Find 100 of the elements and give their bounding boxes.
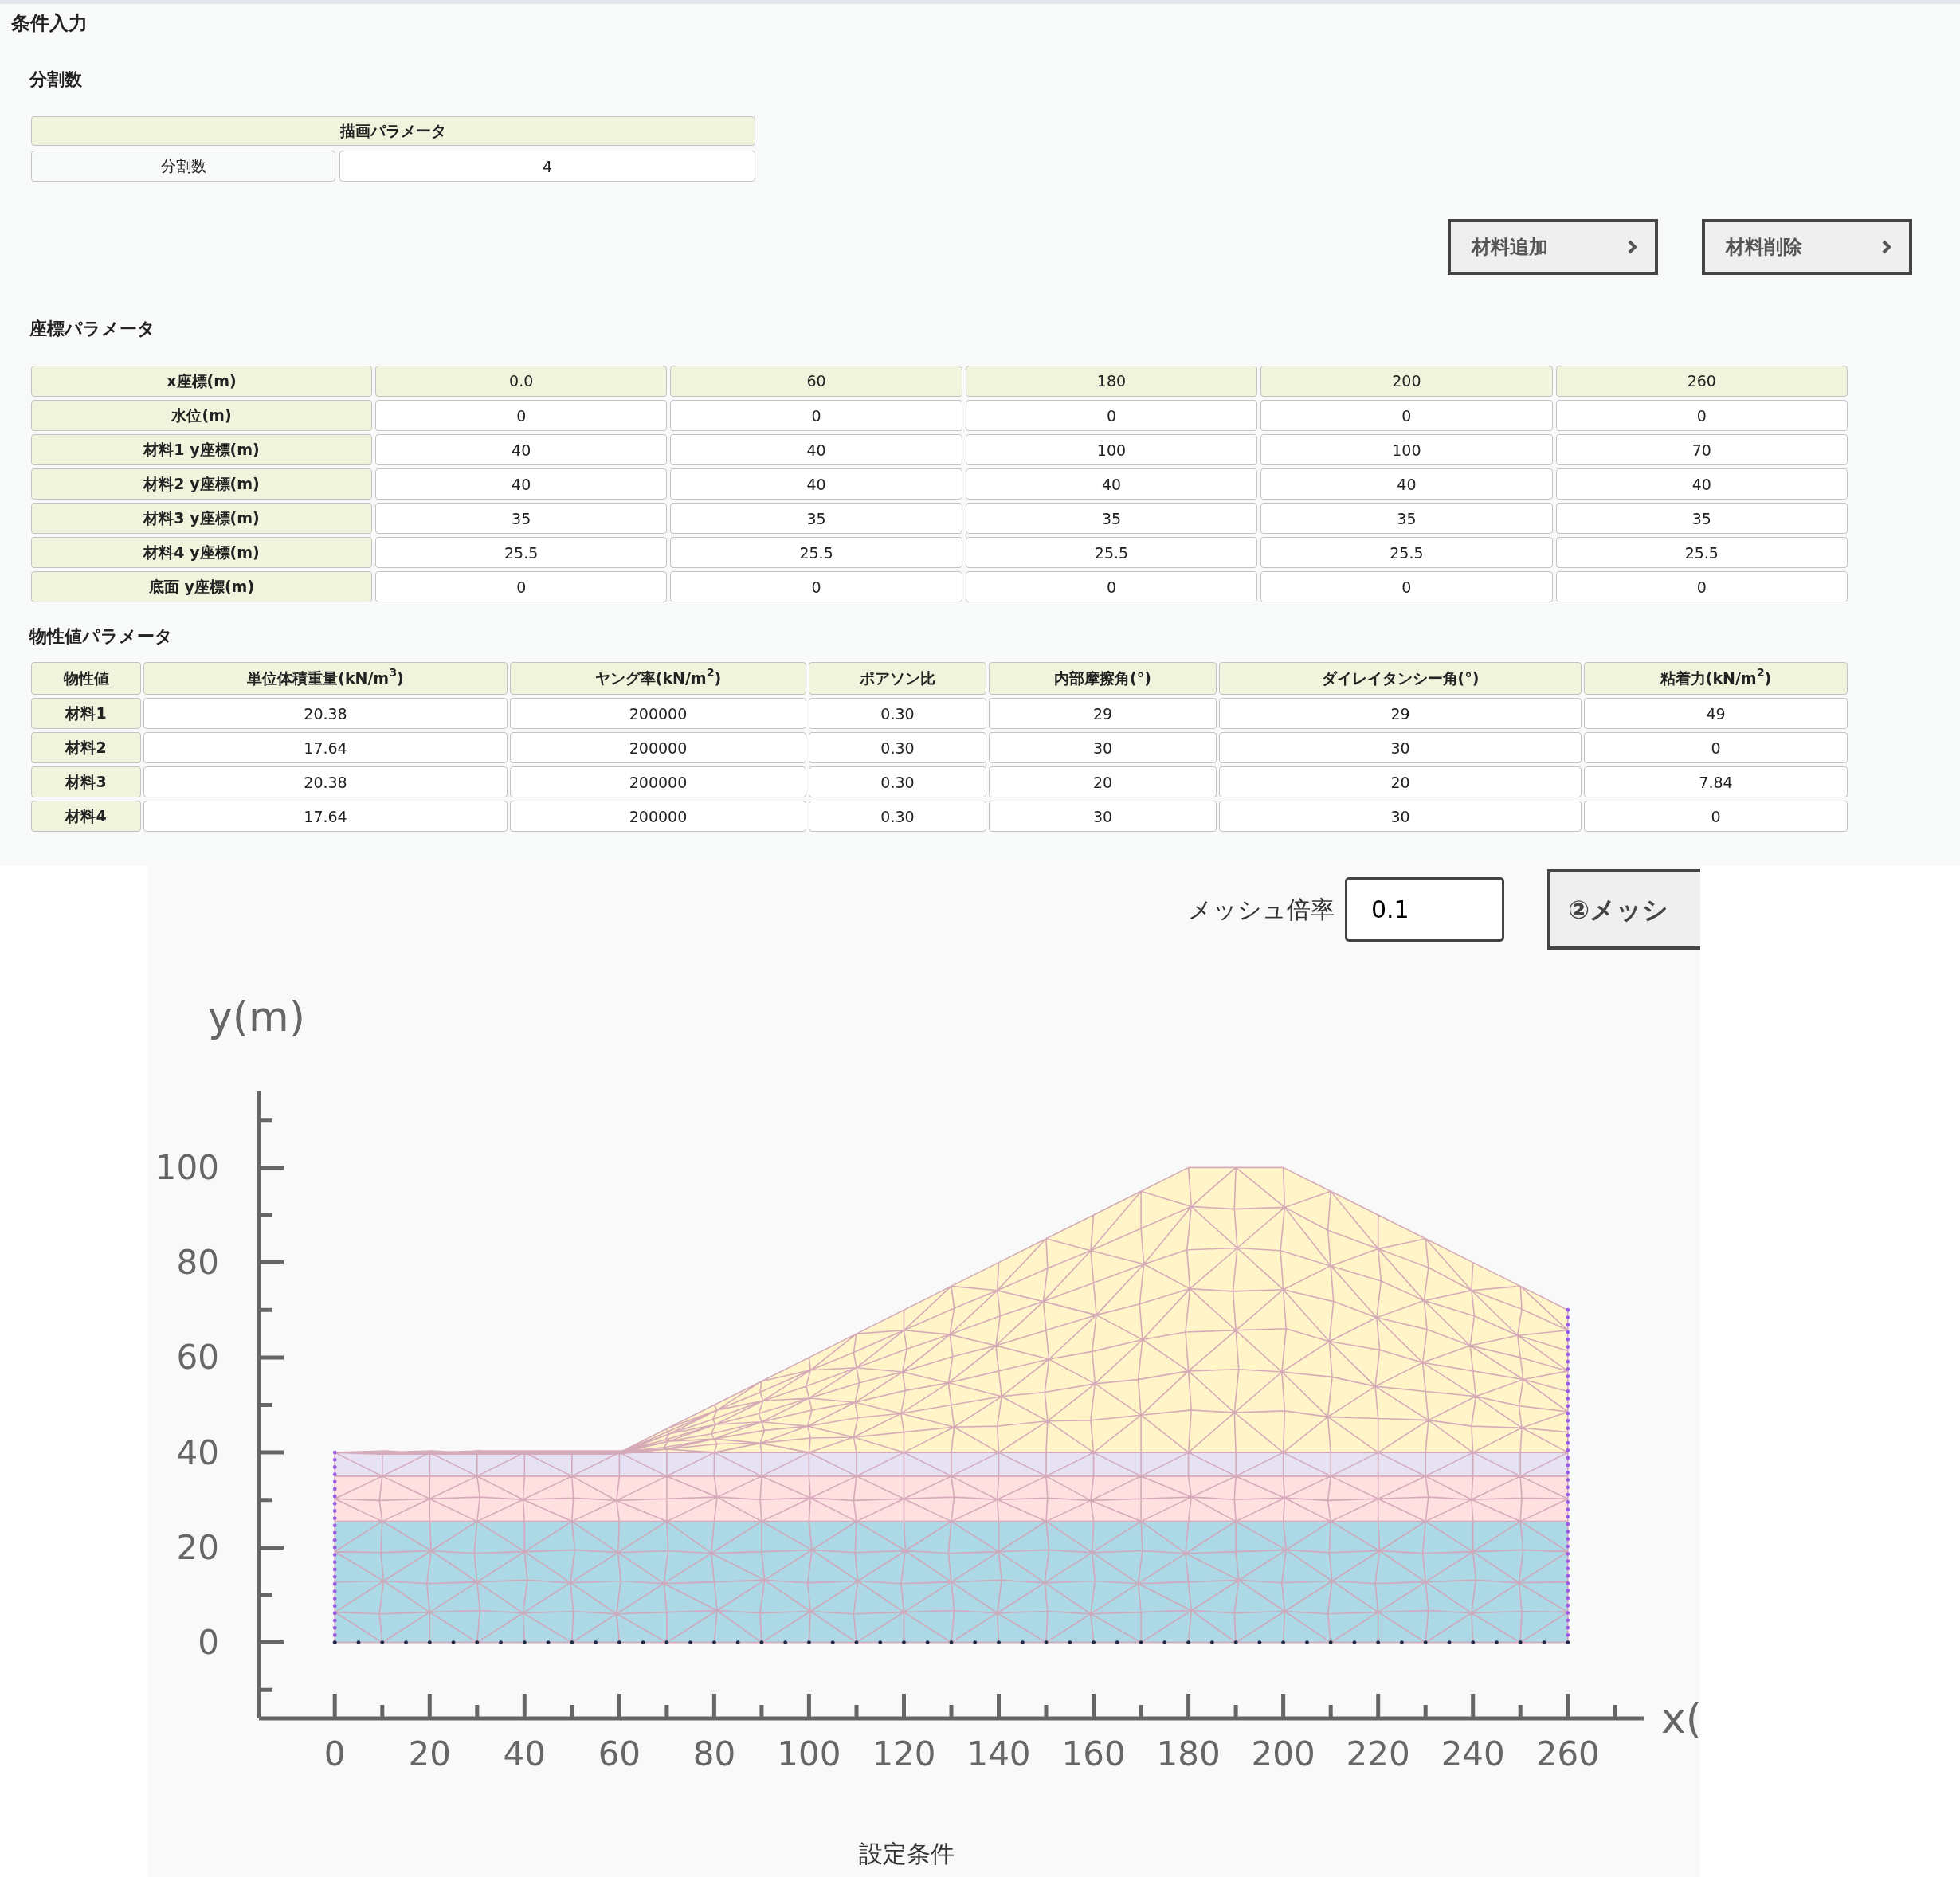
value-field[interactable]: 40 <box>670 434 962 465</box>
value-field[interactable]: 0 <box>1555 400 1848 431</box>
tick-label: 240 <box>1441 1734 1505 1773</box>
value-field[interactable]: 35 <box>670 503 962 534</box>
section-heading: 物性値パラメータ <box>29 625 174 648</box>
value-field[interactable]: 30 <box>1219 801 1582 832</box>
value-field[interactable]: 0 <box>1260 571 1553 602</box>
value-field[interactable]: 4 <box>339 151 755 182</box>
value-field[interactable]: 200000 <box>510 766 806 797</box>
tick-label: 140 <box>966 1734 1031 1773</box>
column-header: 物性値 <box>31 662 141 695</box>
row-label: 材料4 <box>31 801 141 832</box>
column-header: 粘着力(kN/m$^{2}$) <box>1584 662 1848 695</box>
value-field[interactable]: 40 <box>1260 468 1553 500</box>
row-label: 材料1 <box>31 698 141 729</box>
value-field[interactable]: 100 <box>1260 434 1553 465</box>
value-field[interactable]: 17.64 <box>143 801 508 832</box>
value-field[interactable]: 29 <box>1219 698 1582 729</box>
tick-label: 120 <box>872 1734 936 1773</box>
value-field[interactable]: 35 <box>1555 503 1848 534</box>
column-header: 260 <box>1555 366 1848 397</box>
tick-label: 60 <box>176 1338 219 1377</box>
value-field[interactable]: 40 <box>1555 468 1848 500</box>
value-field[interactable]: 29 <box>989 698 1217 729</box>
tick-label: 80 <box>176 1243 219 1283</box>
tick-label: 200 <box>1251 1734 1315 1773</box>
value-field[interactable]: 25.5 <box>1555 537 1848 568</box>
value-field[interactable]: 0.30 <box>809 698 986 729</box>
value-field[interactable]: 20 <box>989 766 1217 797</box>
value-field[interactable]: 20.38 <box>143 766 508 797</box>
tick-label: 80 <box>692 1734 736 1773</box>
chevron-icon <box>1882 240 1891 254</box>
page-title: 条件入力 <box>11 11 88 36</box>
tick-label: 40 <box>176 1432 219 1472</box>
value-field[interactable]: 0 <box>965 400 1258 431</box>
chevron-icon <box>1628 240 1637 254</box>
value-field[interactable]: 0.30 <box>809 801 986 832</box>
value-field[interactable]: 25.5 <box>375 537 668 568</box>
row-label: 水位(m) <box>31 400 372 431</box>
value-field[interactable]: 40 <box>375 468 668 500</box>
row-label: 材料3 y座標(m) <box>31 503 372 534</box>
value-field[interactable]: 35 <box>375 503 668 534</box>
value-field[interactable]: 0 <box>1260 400 1553 431</box>
value-field[interactable]: 20 <box>1219 766 1582 797</box>
row-label: 材料3 <box>31 766 141 797</box>
tick-label: 0 <box>198 1623 219 1663</box>
tick-label: 40 <box>503 1734 547 1773</box>
value-field[interactable]: 30 <box>989 732 1217 763</box>
value-field[interactable]: 49 <box>1584 698 1848 729</box>
value-field[interactable]: 0 <box>670 571 962 602</box>
value-field[interactable]: 7.84 <box>1584 766 1848 797</box>
value-field[interactable]: 30 <box>1219 732 1582 763</box>
value-field[interactable]: 70 <box>1555 434 1848 465</box>
value-field[interactable]: 25.5 <box>1260 537 1553 568</box>
value-field[interactable]: 0 <box>1584 732 1848 763</box>
table-header: 描画パラメータ <box>31 116 755 146</box>
value-field[interactable]: 0 <box>375 400 668 431</box>
axis-title: x( <box>1661 1695 1700 1742</box>
value-field[interactable]: 20.38 <box>143 698 508 729</box>
tick-label: 0 <box>323 1734 346 1773</box>
column-header: 0.0 <box>375 366 668 397</box>
value-field[interactable]: 25.5 <box>965 537 1258 568</box>
value-field[interactable]: 0 <box>965 571 1258 602</box>
value-field[interactable]: 200000 <box>510 698 806 729</box>
column-header: ポアソン比 <box>809 662 986 695</box>
row-label: 分割数 <box>31 151 335 182</box>
chart-title: 設定条件 <box>857 1840 955 1867</box>
material-button[interactable]: 材料追加 <box>1448 219 1658 275</box>
column-header: ヤング率(kN/m$^{2}$) <box>510 662 806 695</box>
row-label: 材料4 y座標(m) <box>31 537 372 568</box>
value-field[interactable]: 35 <box>965 503 1258 534</box>
value-field[interactable]: 0 <box>375 571 668 602</box>
value-field[interactable]: 0 <box>1584 801 1848 832</box>
column-header: 200 <box>1260 366 1553 397</box>
value-field[interactable]: 0 <box>1555 571 1848 602</box>
value-field[interactable]: 40 <box>670 468 962 500</box>
value-field[interactable]: 0.30 <box>809 732 986 763</box>
field-label: メッシュ倍率 <box>1188 895 1335 925</box>
value-field[interactable]: 30 <box>989 801 1217 832</box>
value-field[interactable]: 0.30 <box>809 766 986 797</box>
value-field[interactable]: 40 <box>965 468 1258 500</box>
value-field[interactable]: 40 <box>375 434 668 465</box>
section-heading: 座標パラメータ <box>29 318 156 340</box>
value-field[interactable]: 200000 <box>510 732 806 763</box>
tick-label: 100 <box>777 1734 841 1773</box>
value-field[interactable]: 100 <box>965 434 1258 465</box>
row-label: 材料2 <box>31 732 141 763</box>
value-field[interactable]: 17.64 <box>143 732 508 763</box>
row-label: 底面 y座標(m) <box>31 571 372 602</box>
value-field[interactable]: 200000 <box>510 801 806 832</box>
section-heading: 分割数 <box>29 69 83 91</box>
value-field[interactable]: 35 <box>1260 503 1553 534</box>
row-label: 材料2 y座標(m) <box>31 468 372 500</box>
value-field[interactable]: 25.5 <box>670 537 962 568</box>
value-field[interactable]: 0 <box>670 400 962 431</box>
mesh-ratio-field[interactable]: 0.1 <box>1345 877 1504 942</box>
row-label: x座標(m) <box>31 366 372 397</box>
material-button[interactable]: 材料削除 <box>1702 219 1912 275</box>
column-header: ダイレイタンシー角(°) <box>1219 662 1582 695</box>
mesh-button[interactable]: ②メッシ <box>1547 869 1700 950</box>
